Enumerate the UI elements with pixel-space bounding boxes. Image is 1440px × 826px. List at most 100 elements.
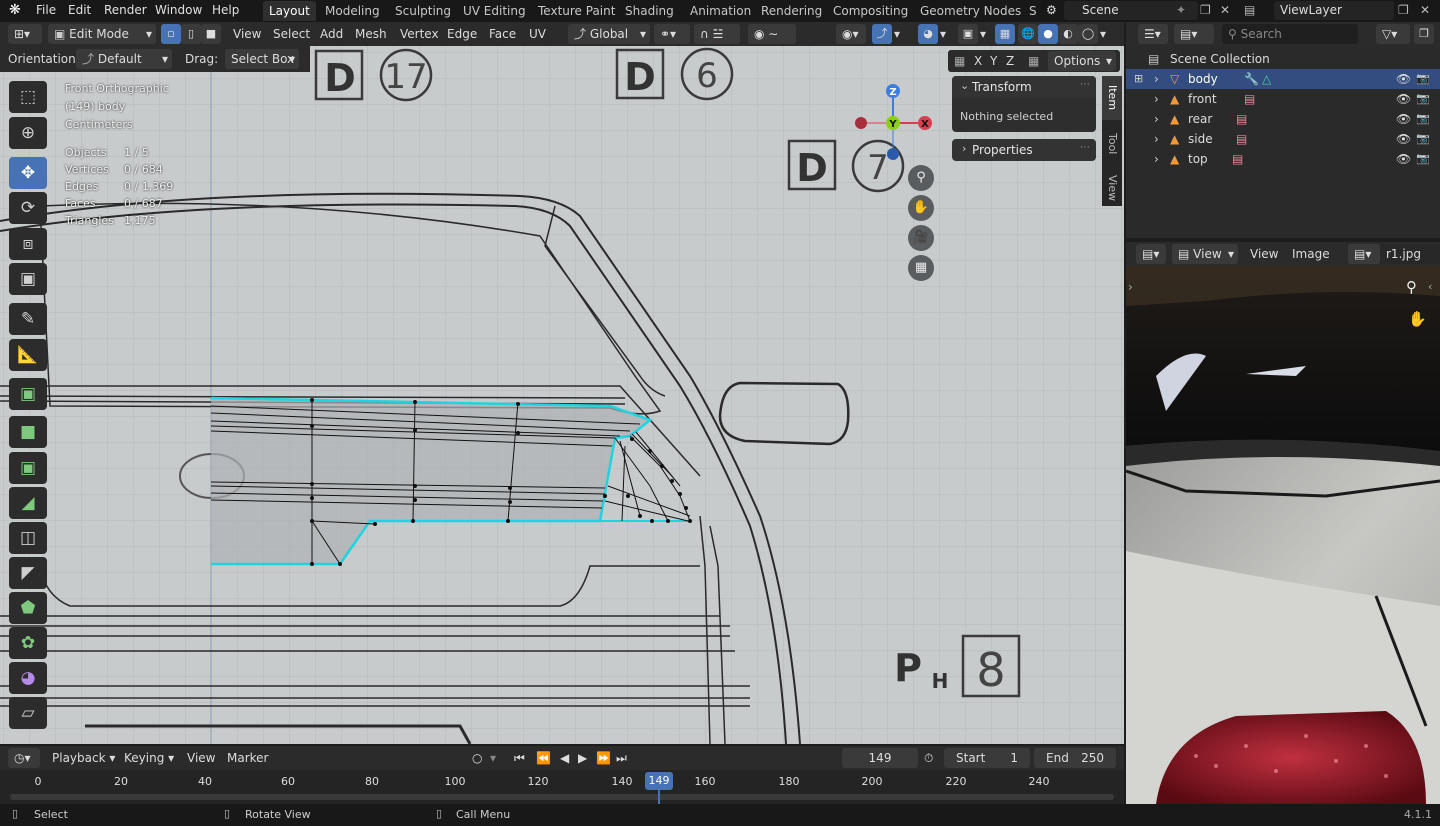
tab-tool[interactable]: Tool	[1102, 124, 1122, 164]
mirror-y-toggle[interactable]: Y	[990, 51, 997, 71]
gizmo-neg-z-axis[interactable]	[887, 148, 899, 160]
new-collection-icon[interactable]: ❐	[1414, 24, 1434, 44]
tab-uv-editing[interactable]: UV Editing	[457, 1, 532, 21]
outliner-item-body[interactable]: ⊞ › ▽ body 🔧 △ 👁 📷	[1126, 69, 1440, 89]
poly-build-icon[interactable]: ⬟	[9, 592, 47, 624]
visibility-eye-icon[interactable]: 👁	[1396, 149, 1411, 169]
jump-start-icon[interactable]: ⏮	[514, 748, 525, 768]
timeline-editor-type-icon[interactable]: ◷▾	[8, 748, 40, 768]
visibility-eye-icon[interactable]: 👁	[1396, 109, 1411, 129]
next-keyframe-icon[interactable]: ⏩	[596, 748, 611, 768]
expand-arrow-icon[interactable]: ›	[1154, 149, 1159, 169]
outliner-search-input[interactable]: ⚲ Search	[1222, 24, 1358, 44]
auto-keying-icon[interactable]: ○	[472, 748, 482, 768]
gizmo-neg-x-axis[interactable]	[855, 117, 867, 129]
spin-icon[interactable]: ✿	[9, 627, 47, 659]
outliner-editor-type-icon[interactable]: ☰▾	[1138, 24, 1168, 44]
tab-geometry-nodes[interactable]: Geometry Nodes	[914, 1, 1027, 21]
visibility-eye-icon[interactable]: 👁	[1396, 69, 1411, 89]
transform-orientation-dropdown[interactable]: ⤴ Global ▾	[568, 24, 650, 44]
knife-icon[interactable]: ◤	[9, 557, 47, 589]
visibility-eye-icon[interactable]: 👁	[1396, 89, 1411, 109]
mesh-edit-overlays-icon[interactable]: ▣	[958, 24, 978, 44]
display-mode-icon[interactable]: ▤▾	[1174, 24, 1214, 44]
editor-type-selector[interactable]: ⊞▾	[8, 24, 42, 44]
image-menu-view[interactable]: View	[1250, 244, 1278, 264]
gizmo-toggle-icon[interactable]: ⤴	[872, 24, 892, 44]
visibility-icon[interactable]: ◉▾	[836, 24, 866, 44]
drag-handle-icon[interactable]: ⋯	[1080, 142, 1090, 153]
measure-icon[interactable]: 📐	[9, 339, 47, 371]
tab-animation[interactable]: Animation	[684, 1, 757, 21]
menu-render[interactable]: Render	[104, 1, 147, 20]
move-icon[interactable]: ✥	[9, 157, 47, 189]
face-select-mode-icon[interactable]: ■	[201, 24, 221, 44]
3d-viewport[interactable]: D 17 D 6 D 7 P H 8 Z Y X Orientation: ⤴ …	[0, 46, 1124, 744]
camera-view-icon[interactable]: 🎥	[908, 225, 934, 251]
mirror-x-toggle[interactable]: X	[974, 51, 982, 71]
expand-arrow-icon[interactable]: ›	[1154, 69, 1159, 89]
menu-face[interactable]: Face	[489, 24, 516, 44]
menu-vertex[interactable]: Vertex	[400, 24, 439, 44]
tab-rendering[interactable]: Rendering	[755, 1, 828, 21]
zoom-icon[interactable]: ⚲	[1406, 278, 1417, 296]
shear-icon[interactable]: ▱	[9, 697, 47, 729]
drag-handle-icon[interactable]: ⋯	[1080, 79, 1090, 90]
overlays-toggle-icon[interactable]: ◕	[918, 24, 938, 44]
tab-shading[interactable]: Shading	[619, 1, 680, 21]
mirror-z-toggle[interactable]: Z	[1006, 51, 1014, 71]
solid-shading-icon[interactable]: ●	[1038, 24, 1058, 44]
tab-texture-paint[interactable]: Texture Paint	[532, 1, 621, 21]
menu-mesh[interactable]: Mesh	[355, 24, 387, 44]
options-dropdown[interactable]: Options ▾	[1048, 51, 1116, 71]
cursor-icon[interactable]: ⊕	[9, 117, 47, 149]
timeline-menu-keying[interactable]: Keying ▾	[124, 748, 174, 768]
loop-cut-icon[interactable]: ◫	[9, 522, 47, 554]
render-camera-icon[interactable]: 📷	[1416, 89, 1430, 109]
outliner-item-side[interactable]: › ▲ side ▤ 👁 📷	[1126, 129, 1440, 149]
browse-image-icon[interactable]: ▤▾	[1348, 244, 1380, 264]
image-name-field[interactable]: r1.jpg	[1380, 244, 1440, 264]
menu-edge[interactable]: Edge	[447, 24, 477, 44]
stopwatch-icon[interactable]: ⏱	[924, 748, 933, 768]
visibility-eye-icon[interactable]: 👁	[1396, 129, 1411, 149]
transform-panel-header[interactable]: ⌄ Transform ⋯	[952, 76, 1096, 98]
mode-selector[interactable]: ▣ Edit Mode ▾	[48, 24, 156, 44]
view-layer-selector[interactable]: ViewLayer	[1274, 1, 1394, 20]
proportional-editing-icon[interactable]: ◉ ∼	[748, 24, 796, 44]
menu-uv[interactable]: UV	[529, 24, 546, 44]
keying-dropdown-icon[interactable]: ▾	[490, 748, 496, 768]
pin-icon[interactable]: ✦	[1176, 1, 1186, 20]
edge-select-mode-icon[interactable]: ▯	[181, 24, 201, 44]
end-frame-field[interactable]: End 250	[1034, 748, 1116, 768]
select-box-icon[interactable]: ⬚	[9, 81, 47, 113]
image-view-mode-dropdown[interactable]: ▤ View ▾	[1172, 244, 1238, 264]
outliner-item-top[interactable]: › ▲ top ▤ 👁 📷	[1126, 149, 1440, 169]
rendered-shading-icon[interactable]: ◯	[1078, 24, 1098, 44]
material-shading-icon[interactable]: ◐	[1058, 24, 1078, 44]
new-view-layer-icon[interactable]: ❐	[1398, 1, 1409, 20]
render-camera-icon[interactable]: 📷	[1416, 109, 1430, 129]
vertex-select-mode-icon[interactable]: ▫	[161, 24, 181, 44]
start-frame-field[interactable]: Start 1	[944, 748, 1030, 768]
outliner-item-front[interactable]: › ▲ front ▤ 👁 📷	[1126, 89, 1440, 109]
tab-compositing[interactable]: Compositing	[827, 1, 914, 21]
image-editor-type-icon[interactable]: ▤▾	[1136, 244, 1166, 264]
expand-arrow-icon[interactable]: ›	[1154, 109, 1159, 129]
smooth-icon[interactable]: ◕	[9, 662, 47, 694]
delete-view-layer-icon[interactable]: ✕	[1420, 1, 1430, 20]
expand-arrow-icon[interactable]: ›	[1154, 89, 1159, 109]
prev-keyframe-icon[interactable]: ⏪	[536, 748, 551, 768]
sidebar-toggle-icon[interactable]: ‹	[1428, 280, 1432, 293]
overlays-dropdown-icon[interactable]: ▾	[940, 24, 946, 44]
transform-icon[interactable]: ▣	[9, 263, 47, 295]
play-reverse-icon[interactable]: ◀	[560, 748, 569, 768]
scene-collection-row[interactable]: ▤ Scene Collection	[1126, 49, 1440, 69]
pan-hand-icon[interactable]: ✋	[1408, 310, 1427, 328]
tab-modeling[interactable]: Modeling	[319, 1, 386, 21]
rotate-icon[interactable]: ⟳	[9, 192, 47, 224]
tab-sculpting[interactable]: Sculpting	[389, 1, 457, 21]
timeline-scrollbar[interactable]	[10, 794, 1114, 800]
add-cube-icon[interactable]: ▣	[9, 378, 47, 410]
annotate-icon[interactable]: ✎	[9, 303, 47, 335]
